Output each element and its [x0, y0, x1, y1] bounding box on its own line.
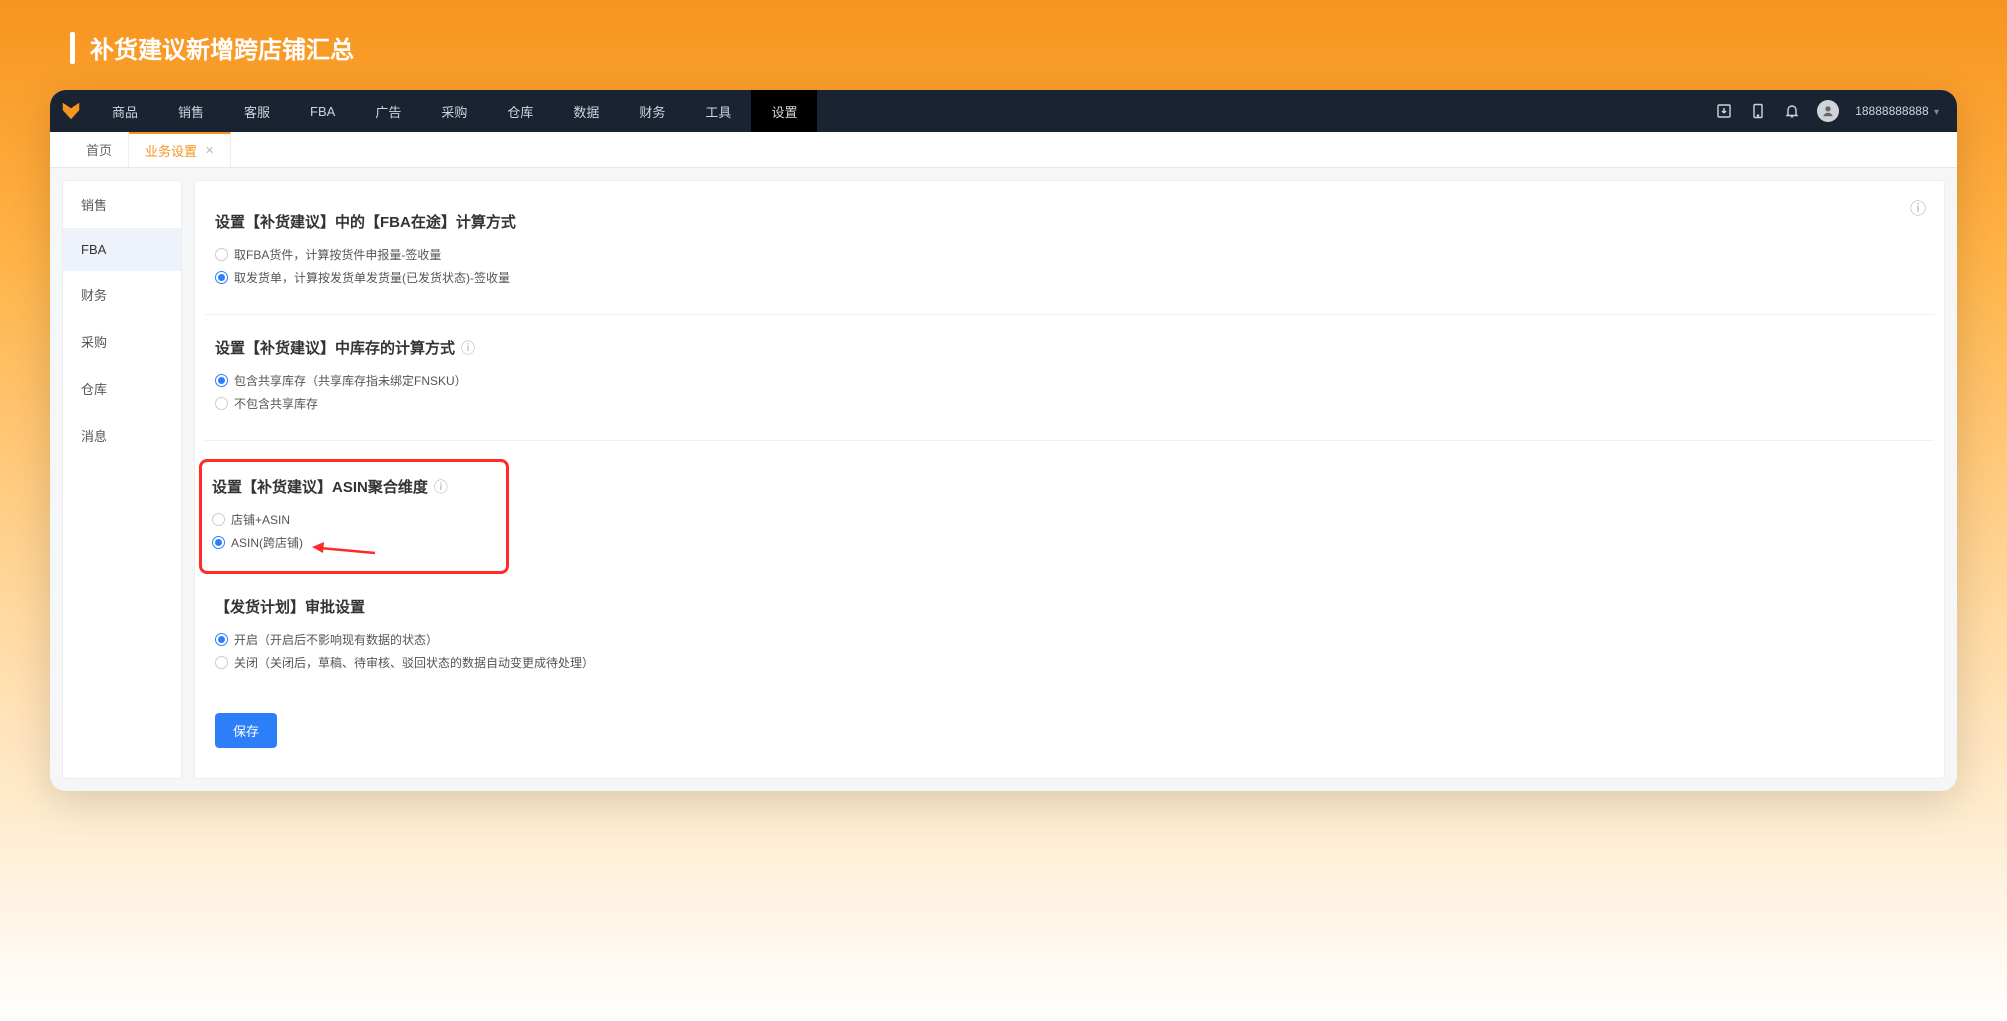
nav-item-data[interactable]: 数据 — [553, 90, 619, 132]
nav-right-cluster: 18888888888 ▾ — [1715, 100, 1957, 122]
radio-option-fba-shipment[interactable]: 取FBA货件，计算按货件申报量-签收量 — [215, 246, 1934, 263]
download-icon[interactable] — [1715, 102, 1733, 120]
sidebar-item-warehouse[interactable]: 仓库 — [63, 365, 181, 412]
radio-label: ASIN(跨店铺) — [231, 534, 303, 551]
radio-icon — [215, 633, 228, 646]
banner-accent-bar — [70, 32, 75, 64]
body-area: 销售 FBA 财务 采购 仓库 消息 ⓘ 设置【补货建议】中的【FBA在途】计算… — [50, 168, 1957, 791]
help-icon[interactable]: ⓘ — [461, 338, 475, 358]
tab-home[interactable]: 首页 — [70, 132, 129, 167]
page-tabs: 首页 业务设置 ✕ — [50, 132, 1957, 168]
radio-option-enable[interactable]: 开启（开启后不影响现有数据的状态） — [215, 631, 1934, 648]
radio-option-shop-plus-asin[interactable]: 店铺+ASIN — [212, 511, 496, 528]
annotation-arrow-icon — [310, 539, 380, 559]
radio-option-exclude-shared[interactable]: 不包含共享库存 — [215, 395, 1934, 412]
sidebar-item-finance[interactable]: 财务 — [63, 271, 181, 318]
sidebar-item-sales[interactable]: 销售 — [63, 181, 181, 228]
highlighted-asin-section: 设置【补货建议】ASIN聚合维度 ⓘ 店铺+ASIN ASIN(跨店铺) — [199, 459, 509, 574]
section-title-text: 设置【补货建议】ASIN聚合维度 — [212, 476, 428, 497]
section-fba-in-transit: 设置【补货建议】中的【FBA在途】计算方式 取FBA货件，计算按货件申报量-签收… — [205, 211, 1934, 315]
save-button[interactable]: 保存 — [215, 713, 277, 748]
radio-label: 包含共享库存（共享库存指未绑定FNSKU） — [234, 372, 467, 389]
nav-item-warehouse[interactable]: 仓库 — [487, 90, 553, 132]
radio-icon — [212, 513, 225, 526]
fox-logo-icon — [60, 100, 82, 122]
settings-sidebar: 销售 FBA 财务 采购 仓库 消息 — [62, 180, 182, 779]
section-shipping-approval: 【发货计划】审批设置 开启（开启后不影响现有数据的状态） 关闭（关闭后，草稿、待… — [205, 596, 1934, 699]
radio-option-disable[interactable]: 关闭（关闭后，草稿、待审核、驳回状态的数据自动变更成待处理） — [215, 654, 1934, 671]
mobile-icon[interactable] — [1749, 102, 1767, 120]
tab-business-settings[interactable]: 业务设置 ✕ — [129, 132, 231, 167]
radio-label: 店铺+ASIN — [231, 511, 290, 528]
radio-label: 取发货单，计算按发货单发货量(已发货状态)-签收量 — [234, 269, 510, 286]
section-title-text: 设置【补货建议】中库存的计算方式 — [215, 337, 455, 358]
help-icon[interactable]: ⓘ — [434, 477, 448, 497]
nav-item-sales[interactable]: 销售 — [158, 90, 224, 132]
radio-icon — [215, 271, 228, 284]
radio-icon — [215, 656, 228, 669]
nav-item-fba[interactable]: FBA — [290, 90, 355, 132]
section-title: 设置【补货建议】中的【FBA在途】计算方式 — [215, 211, 1934, 232]
help-icon[interactable]: ⓘ — [1910, 195, 1926, 219]
radio-label: 开启（开启后不影响现有数据的状态） — [234, 631, 438, 648]
radio-label: 不包含共享库存 — [234, 395, 318, 412]
nav-item-products[interactable]: 商品 — [92, 90, 158, 132]
nav-item-finance[interactable]: 财务 — [619, 90, 685, 132]
nav-item-tools[interactable]: 工具 — [685, 90, 751, 132]
settings-content: ⓘ 设置【补货建议】中的【FBA在途】计算方式 取FBA货件，计算按货件申报量-… — [194, 180, 1945, 779]
top-navigation: 商品 销售 客服 FBA 广告 采购 仓库 数据 财务 工具 设置 — [50, 90, 1957, 132]
section-title: 设置【补货建议】ASIN聚合维度 ⓘ — [212, 476, 496, 497]
caret-down-icon: ▾ — [1934, 107, 1939, 118]
section-inventory-calc: 设置【补货建议】中库存的计算方式 ⓘ 包含共享库存（共享库存指未绑定FNSKU）… — [205, 337, 1934, 441]
radio-icon — [215, 397, 228, 410]
nav-item-purchase[interactable]: 采购 — [421, 90, 487, 132]
radio-icon — [212, 536, 225, 549]
user-phone-label[interactable]: 18888888888 ▾ — [1855, 104, 1939, 118]
nav-item-ads[interactable]: 广告 — [355, 90, 421, 132]
nav-item-settings[interactable]: 设置 — [751, 90, 817, 132]
radio-option-include-shared[interactable]: 包含共享库存（共享库存指未绑定FNSKU） — [215, 372, 1934, 389]
app-logo[interactable] — [50, 90, 92, 132]
bell-icon[interactable] — [1783, 102, 1801, 120]
radio-icon — [215, 374, 228, 387]
radio-label: 取FBA货件，计算按货件申报量-签收量 — [234, 246, 441, 263]
section-title: 【发货计划】审批设置 — [215, 596, 1934, 617]
radio-icon — [215, 248, 228, 261]
tab-label: 首页 — [86, 140, 112, 159]
app-window: 商品 销售 客服 FBA 广告 采购 仓库 数据 财务 工具 设置 — [50, 90, 1957, 791]
tab-label: 业务设置 — [145, 141, 197, 160]
radio-label: 关闭（关闭后，草稿、待审核、驳回状态的数据自动变更成待处理） — [234, 654, 594, 671]
close-icon[interactable]: ✕ — [205, 144, 214, 157]
section-title: 设置【补货建议】中库存的计算方式 ⓘ — [215, 337, 1934, 358]
user-avatar[interactable] — [1817, 100, 1839, 122]
sidebar-item-fba[interactable]: FBA — [63, 228, 181, 271]
sidebar-item-purchase[interactable]: 采购 — [63, 318, 181, 365]
user-phone-text: 18888888888 — [1855, 104, 1928, 118]
nav-item-service[interactable]: 客服 — [224, 90, 290, 132]
sidebar-item-messages[interactable]: 消息 — [63, 412, 181, 459]
banner-title: 补货建议新增跨店铺汇总 — [90, 30, 354, 65]
nav-items: 商品 销售 客服 FBA 广告 采购 仓库 数据 财务 工具 设置 — [92, 90, 817, 132]
radio-option-delivery-order[interactable]: 取发货单，计算按发货单发货量(已发货状态)-签收量 — [215, 269, 1934, 286]
page-banner: 补货建议新增跨店铺汇总 — [50, 30, 1957, 65]
